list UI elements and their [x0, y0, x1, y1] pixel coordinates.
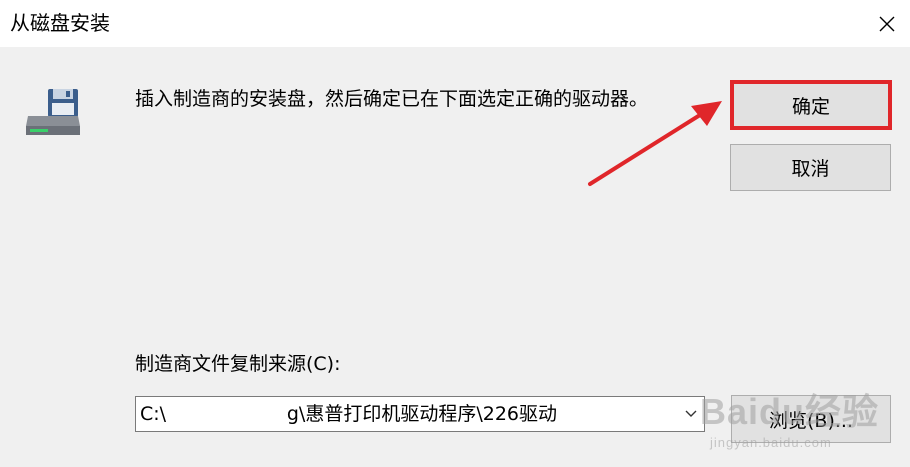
source-path-combobox[interactable]: C:\ g\惠普打印机驱动程序\226驱动 — [135, 396, 705, 432]
dropdown-button[interactable] — [678, 397, 704, 431]
source-path-value: C:\ g\惠普打印机驱动程序\226驱动 — [140, 403, 557, 425]
floppy-disk-drive-icon — [26, 89, 80, 135]
chevron-down-icon — [685, 410, 697, 417]
instruction-message: 插入制造商的安装盘，然后确定已在下面选定正确的驱动器。 — [135, 88, 649, 110]
cancel-button[interactable]: 取消 — [730, 144, 891, 191]
title-bar: 从磁盘安装 — [0, 0, 910, 47]
ok-button[interactable]: 确定 — [730, 80, 892, 130]
close-button[interactable] — [864, 0, 910, 47]
window-title: 从磁盘安装 — [10, 11, 110, 35]
browse-button[interactable]: 浏览(B)... — [731, 395, 891, 443]
close-icon — [879, 16, 895, 31]
source-label: 制造商文件复制来源(C): — [135, 353, 341, 375]
